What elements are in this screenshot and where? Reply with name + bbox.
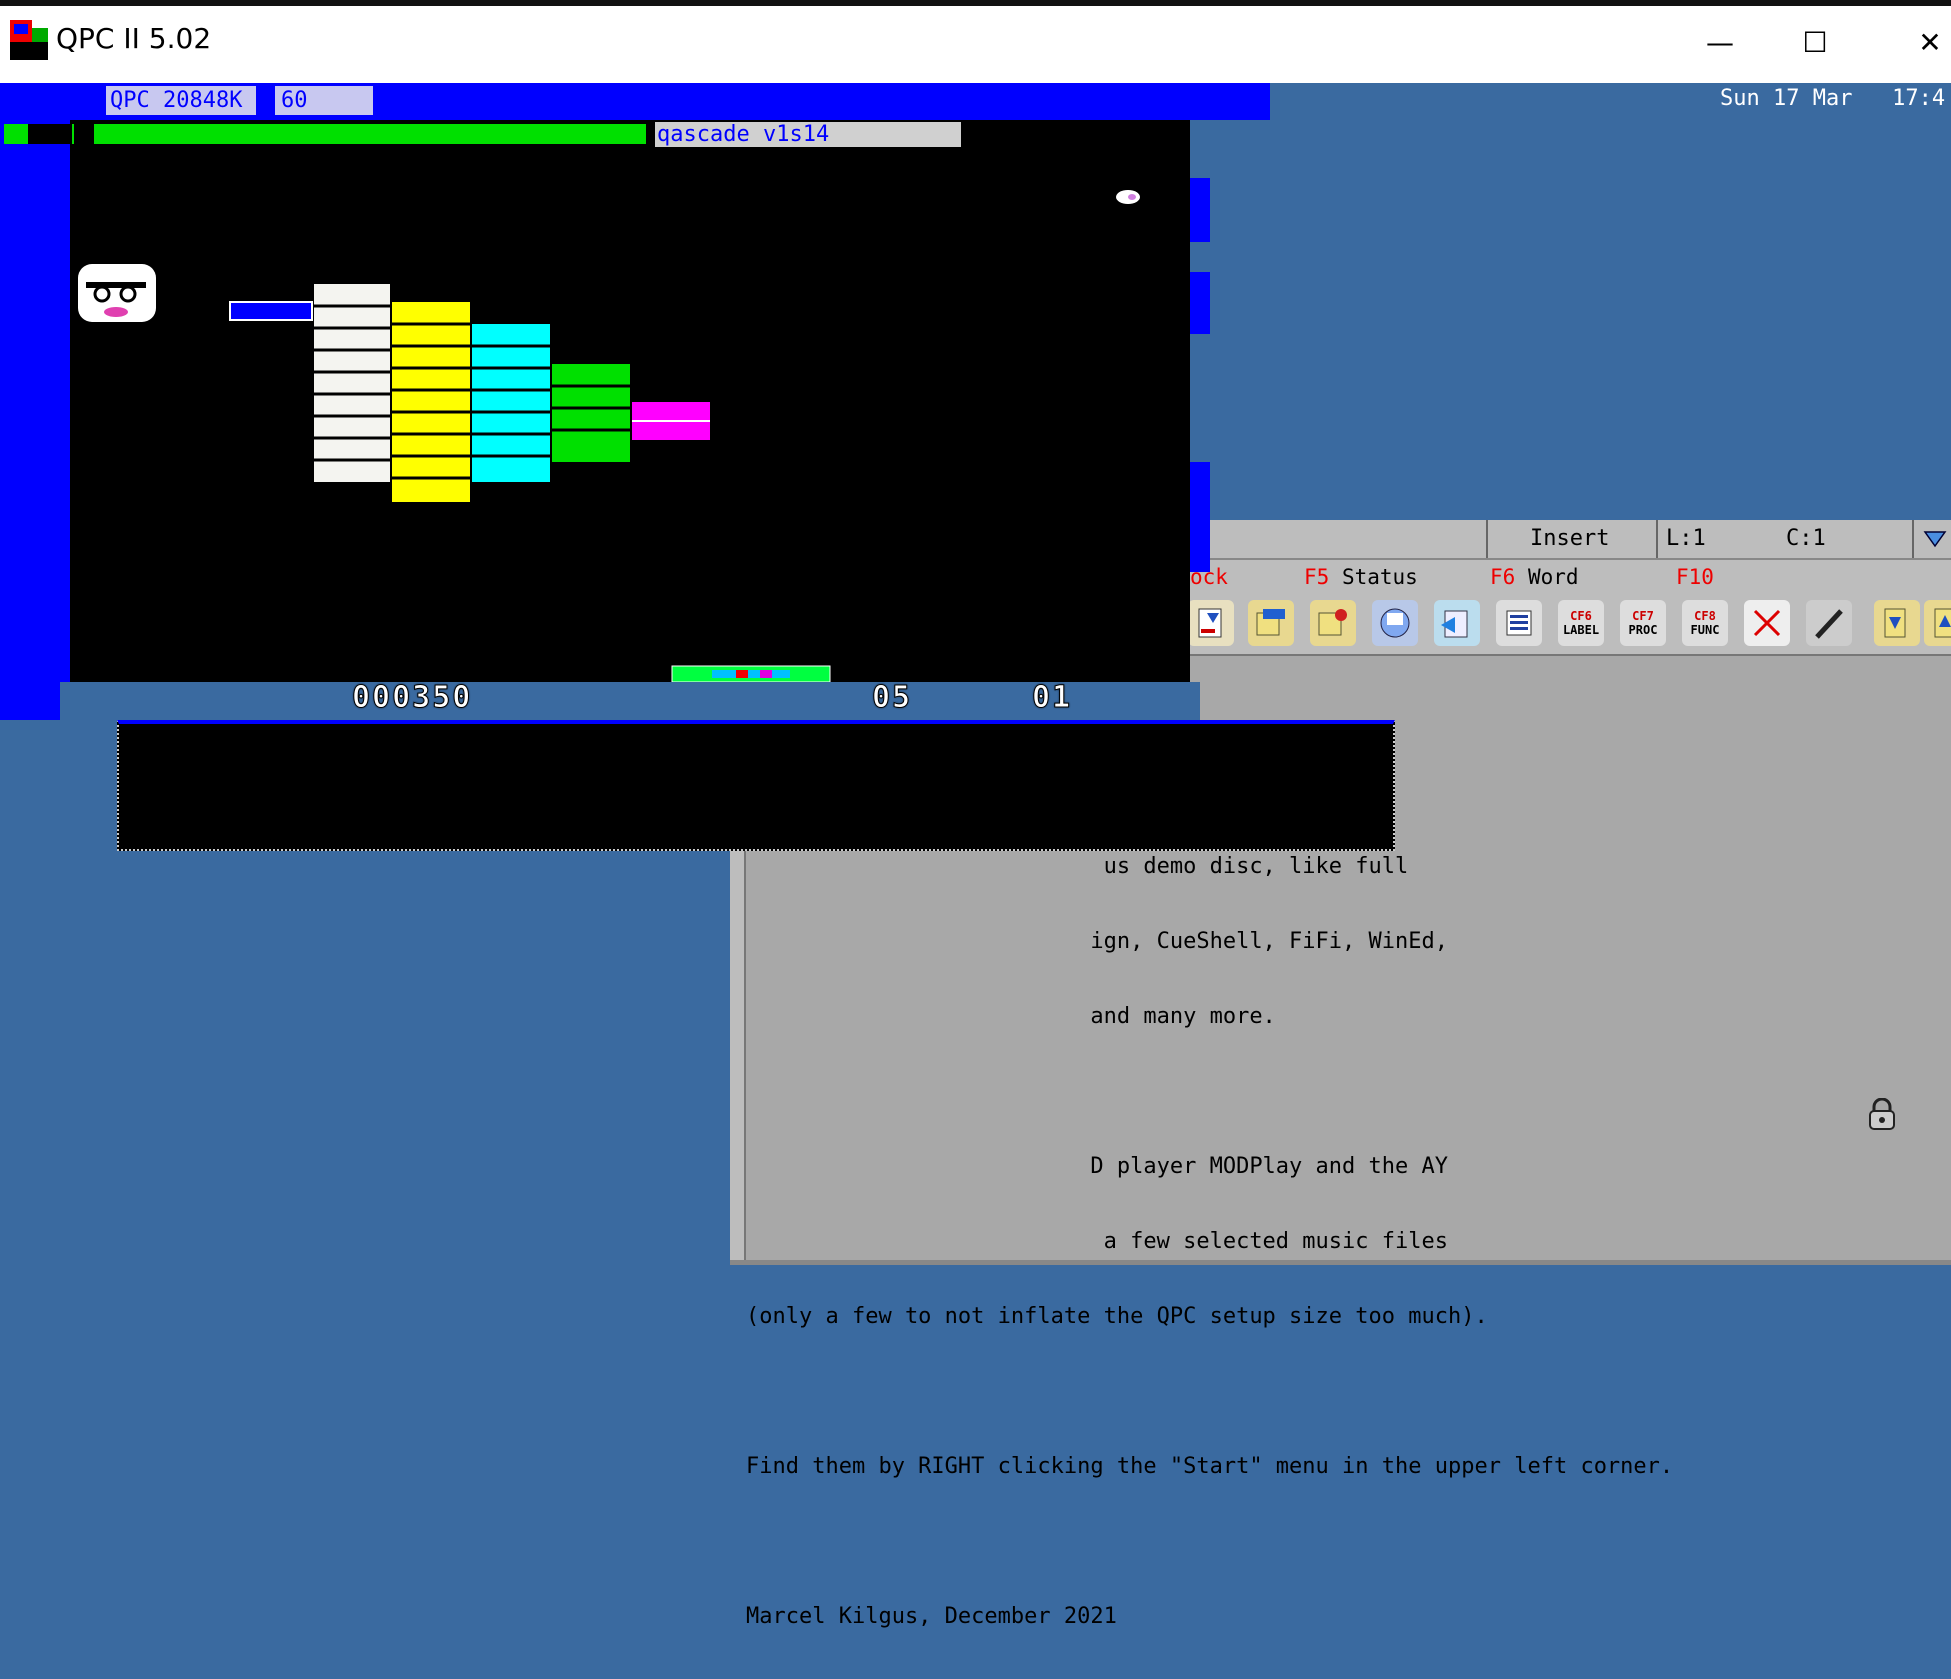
text-line: (only a few to not inflate the QPC setup…	[746, 1304, 1488, 1329]
message-window	[117, 720, 1395, 851]
lock-icon[interactable]	[1865, 1097, 1899, 1132]
up-arrow-icon[interactable]	[1924, 600, 1951, 646]
func-icon[interactable]: CF8 FUNC	[1682, 600, 1728, 646]
close-icon: ✕	[1918, 25, 1942, 59]
text-line	[746, 1529, 1936, 1554]
pen-icon[interactable]	[1806, 600, 1852, 646]
fps-readout: 60	[275, 86, 373, 115]
label-icon[interactable]: CF6 LABEL	[1558, 600, 1604, 646]
text-line: Marcel Kilgus, December 2021	[746, 1604, 1117, 1629]
side-tab	[1190, 462, 1210, 572]
score-strip	[60, 682, 1200, 722]
game-graphics	[78, 190, 1140, 683]
line-indicator: L:1	[1666, 526, 1706, 551]
insert-mode[interactable]: Insert	[1530, 526, 1609, 551]
game-left-border	[0, 120, 70, 720]
side-tab	[1190, 272, 1210, 334]
text-line: Find them by RIGHT clicking the "Start" …	[746, 1454, 1674, 1479]
level-display: 01	[1031, 680, 1073, 716]
maximize-button[interactable]: ☐	[1785, 20, 1845, 64]
side-tab	[1190, 178, 1210, 242]
minimize-button[interactable]: —	[1690, 20, 1750, 64]
text-line: D player MODPlay and the AY	[746, 1154, 1448, 1179]
disk-icon[interactable]	[1372, 600, 1418, 646]
copy-icon[interactable]	[1248, 600, 1294, 646]
text-line: ign, CueShell, FiFi, WinEd,	[746, 929, 1448, 954]
column-indicator: C:1	[1786, 526, 1826, 551]
list-icon[interactable]	[1496, 600, 1542, 646]
editor-bottom-border	[730, 1260, 1951, 1265]
score-display: 000350	[351, 680, 473, 716]
clock: Sun 17 Mar 17:4	[1720, 86, 1946, 111]
fkey-status[interactable]: F5 Status	[1304, 565, 1418, 589]
memory-readout: QPC 20848K	[106, 86, 256, 115]
game-title: qascade v1s14	[655, 122, 961, 147]
window-title: QPC II 5.02	[56, 22, 212, 55]
game-playfield[interactable]	[70, 120, 1190, 683]
minimize-icon: —	[1706, 25, 1734, 59]
title-bar[interactable]	[0, 6, 1951, 83]
qpc-app-icon	[10, 20, 48, 60]
save-doc-icon[interactable]	[1188, 600, 1234, 646]
scroll-down-icon[interactable]	[1922, 526, 1948, 556]
lives-display: 05	[871, 680, 913, 716]
paste-icon[interactable]	[1310, 600, 1356, 646]
close-button[interactable]: ✕	[1900, 20, 1951, 64]
text-line	[746, 1079, 1936, 1104]
text-line: us demo disc, like full	[746, 854, 1409, 879]
proc-icon[interactable]: CF7 PROC	[1620, 600, 1666, 646]
maximize-icon: ☐	[1802, 25, 1828, 59]
energy-bar-gap	[28, 124, 72, 144]
tab-icon[interactable]	[1744, 600, 1790, 646]
down-arrow-icon[interactable]	[1874, 600, 1920, 646]
text-line: a few selected music files	[746, 1229, 1448, 1254]
text-line: and many more.	[746, 1004, 1276, 1029]
fkey-f10[interactable]: F10	[1676, 565, 1714, 589]
fkey-word[interactable]: F6 Word	[1490, 565, 1579, 589]
goto-icon[interactable]	[1434, 600, 1480, 646]
text-line	[746, 1379, 1936, 1404]
energy-bar	[94, 124, 646, 144]
